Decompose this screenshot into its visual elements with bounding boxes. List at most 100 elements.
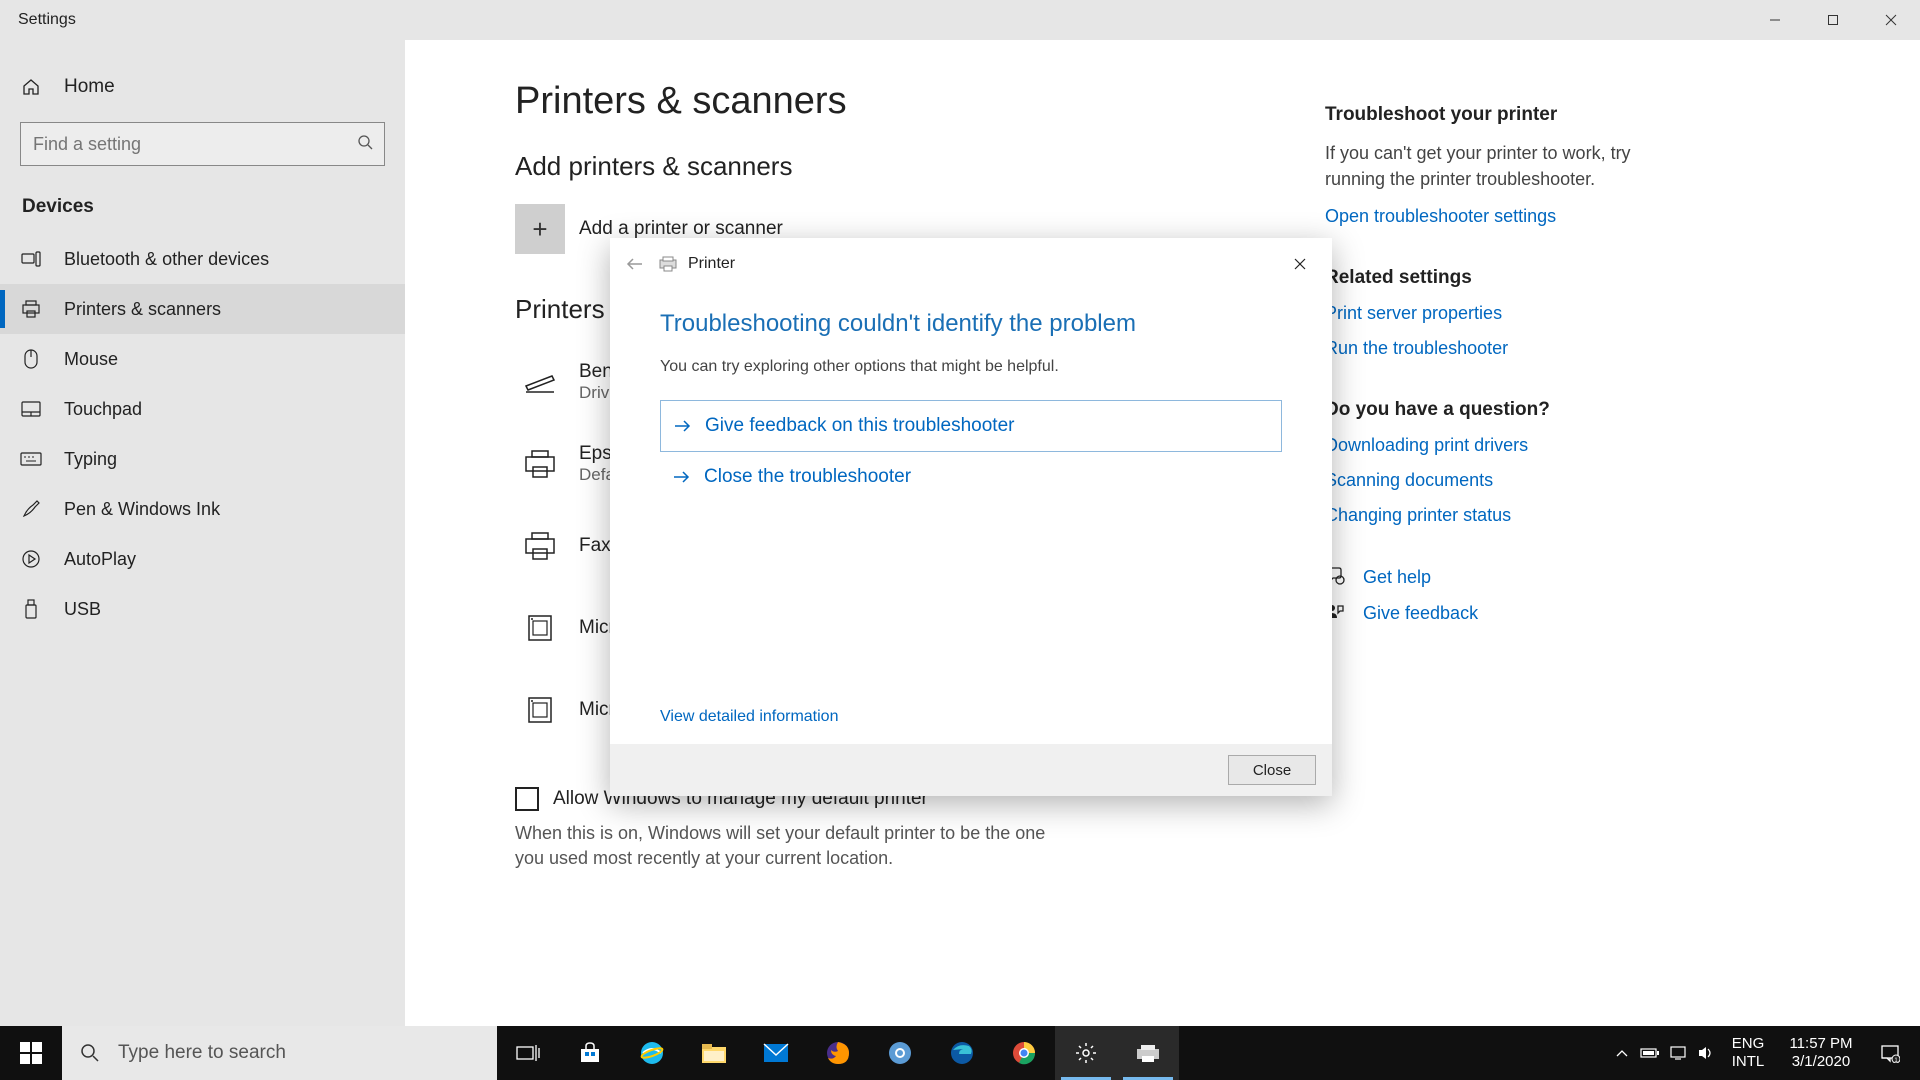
sidebar-home[interactable]: Home — [0, 62, 405, 112]
search-icon — [357, 134, 373, 150]
keyboard-icon — [20, 448, 42, 470]
taskbar-search[interactable]: Type here to search — [62, 1026, 497, 1080]
get-help-link[interactable]: Get help — [1363, 567, 1431, 588]
question-heading: Do you have a question? — [1325, 399, 1665, 421]
ie-icon[interactable] — [621, 1026, 683, 1080]
question-link[interactable]: Scanning documents — [1325, 470, 1665, 491]
add-printer-label: Add a printer or scanner — [579, 218, 783, 240]
sidebar-item-usb[interactable]: USB — [0, 584, 405, 634]
explorer-icon[interactable] — [683, 1026, 745, 1080]
task-view-button[interactable] — [497, 1026, 559, 1080]
printer-icon — [515, 521, 565, 571]
dialog-footer: Close — [610, 744, 1332, 796]
open-troubleshooter-link[interactable]: Open troubleshooter settings — [1325, 206, 1665, 227]
sidebar-item-label: Pen & Windows Ink — [64, 499, 220, 520]
sidebar-item-typing[interactable]: Typing — [0, 434, 405, 484]
home-icon — [20, 76, 42, 98]
sidebar-item-printers[interactable]: Printers & scanners — [0, 284, 405, 334]
maximize-button[interactable] — [1804, 0, 1862, 40]
sidebar-item-label: Bluetooth & other devices — [64, 249, 269, 270]
print-server-link[interactable]: Print server properties — [1325, 303, 1665, 324]
tray-clock[interactable]: 11:57 PM 3/1/2020 — [1776, 1035, 1866, 1071]
troubleshoot-text: If you can't get your printer to work, t… — [1325, 140, 1665, 192]
dialog-close-button[interactable] — [1278, 242, 1322, 286]
mail-icon[interactable] — [745, 1026, 807, 1080]
question-link[interactable]: Changing printer status — [1325, 505, 1665, 526]
sidebar-item-autoplay[interactable]: AutoPlay — [0, 534, 405, 584]
give-feedback-row[interactable]: Give feedback — [1325, 602, 1665, 624]
sidebar-item-label: USB — [64, 599, 101, 620]
option-label: Close the troubleshooter — [704, 466, 911, 488]
home-label: Home — [64, 76, 115, 98]
mouse-icon — [20, 348, 42, 370]
sidebar-item-bluetooth[interactable]: Bluetooth & other devices — [0, 234, 405, 284]
view-detailed-link[interactable]: View detailed information — [660, 708, 838, 726]
sidebar-item-label: Typing — [64, 449, 117, 470]
dialog-heading: Troubleshooting couldn't identify the pr… — [660, 310, 1282, 338]
scanner-icon — [515, 357, 565, 407]
sidebar-item-pen[interactable]: Pen & Windows Ink — [0, 484, 405, 534]
start-button[interactable] — [0, 1026, 62, 1080]
dialog-title: Printer — [658, 255, 735, 273]
troubleshoot-heading: Troubleshoot your printer — [1325, 104, 1665, 126]
search-placeholder: Type here to search — [118, 1042, 286, 1064]
run-troubleshooter-link[interactable]: Run the troubleshooter — [1325, 338, 1665, 359]
checkbox-description: When this is on, Windows will set your d… — [515, 821, 1075, 871]
system-tray: ENG INTL 11:57 PM 3/1/2020 1 — [1608, 1026, 1920, 1080]
troubleshooter-taskbar-icon[interactable] — [1117, 1026, 1179, 1080]
store-icon[interactable] — [559, 1026, 621, 1080]
lang-secondary: INTL — [1720, 1053, 1776, 1071]
sidebar: Home Devices Bluetooth & other devices P… — [0, 40, 405, 1080]
settings-taskbar-icon[interactable] — [1055, 1026, 1117, 1080]
give-feedback-option[interactable]: Give feedback on this troubleshooter — [660, 400, 1282, 452]
window-controls — [1746, 0, 1920, 40]
virtual-printer-icon — [515, 603, 565, 653]
dialog-body: Troubleshooting couldn't identify the pr… — [610, 290, 1332, 744]
minimize-button[interactable] — [1746, 0, 1804, 40]
search-container — [0, 112, 405, 184]
sidebar-item-label: AutoPlay — [64, 549, 136, 570]
virtual-printer-icon — [515, 685, 565, 735]
back-button[interactable] — [620, 249, 650, 279]
network-icon[interactable] — [1664, 1026, 1692, 1080]
battery-icon[interactable] — [1636, 1026, 1664, 1080]
printer-icon — [658, 256, 678, 272]
search-input[interactable] — [20, 122, 385, 166]
notification-icon[interactable]: 1 — [1866, 1043, 1914, 1063]
close-troubleshooter-option[interactable]: Close the troubleshooter — [660, 452, 1282, 502]
touchpad-icon — [20, 398, 42, 420]
printer-icon — [515, 439, 565, 489]
taskbar: Type here to search ENG INTL 11:57 PM 3/… — [0, 1026, 1920, 1080]
clock-date: 3/1/2020 — [1776, 1053, 1866, 1071]
usb-icon — [20, 598, 42, 620]
close-button[interactable] — [1862, 0, 1920, 40]
page-title: Printers & scanners — [515, 80, 1295, 123]
option-label: Give feedback on this troubleshooter — [705, 415, 1014, 437]
volume-icon[interactable] — [1692, 1026, 1720, 1080]
give-feedback-link[interactable]: Give feedback — [1363, 603, 1478, 624]
add-section-heading: Add printers & scanners — [515, 151, 1295, 182]
question-link[interactable]: Downloading print drivers — [1325, 435, 1665, 456]
chrome-icon[interactable] — [993, 1026, 1055, 1080]
edge-icon[interactable] — [931, 1026, 993, 1080]
add-icon: + — [515, 204, 565, 254]
window-title: Settings — [18, 11, 76, 29]
autoplay-icon — [20, 548, 42, 570]
sidebar-item-touchpad[interactable]: Touchpad — [0, 384, 405, 434]
dialog-title-text: Printer — [688, 255, 735, 273]
close-button[interactable]: Close — [1228, 755, 1316, 785]
sidebar-item-label: Touchpad — [64, 399, 142, 420]
tray-chevron-icon[interactable] — [1608, 1026, 1636, 1080]
dialog-header: Printer — [610, 238, 1332, 290]
printer-icon — [20, 298, 42, 320]
sidebar-item-label: Mouse — [64, 349, 118, 370]
get-help-row[interactable]: Get help — [1325, 566, 1665, 588]
devices-icon — [20, 248, 42, 270]
checkbox-icon — [515, 787, 539, 811]
firefox-icon[interactable] — [807, 1026, 869, 1080]
tray-language[interactable]: ENG INTL — [1720, 1035, 1776, 1071]
chromium-icon[interactable] — [869, 1026, 931, 1080]
right-column: Troubleshoot your printer If you can't g… — [1295, 80, 1665, 1080]
sidebar-item-mouse[interactable]: Mouse — [0, 334, 405, 384]
sidebar-item-label: Printers & scanners — [64, 299, 221, 320]
